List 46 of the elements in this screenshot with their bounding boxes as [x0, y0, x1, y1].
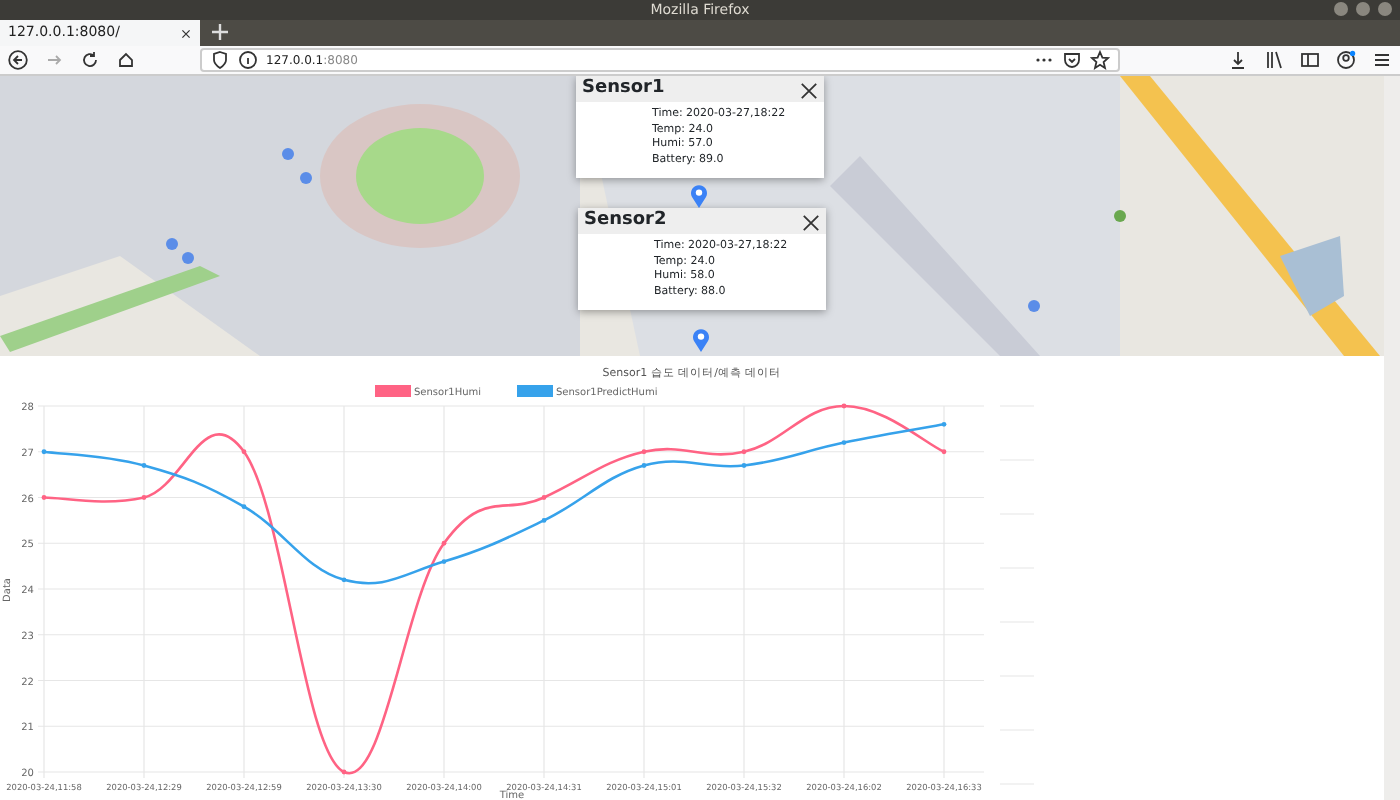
info-icon[interactable]: [238, 50, 258, 70]
download-icon[interactable]: [1228, 50, 1248, 70]
account-icon[interactable]: [1336, 50, 1356, 70]
data-point: [241, 449, 247, 455]
shield-icon[interactable]: [210, 50, 230, 70]
reload-icon[interactable]: [80, 50, 100, 70]
data-point: [941, 449, 947, 455]
maximize-button[interactable]: [1356, 2, 1370, 16]
map-pin-icon[interactable]: [692, 328, 710, 352]
data-point: [941, 421, 947, 427]
sidebar-icon[interactable]: [1300, 50, 1320, 70]
star-icon[interactable]: [1090, 50, 1110, 70]
close-button[interactable]: [802, 212, 820, 230]
popup-title: Sensor1: [582, 76, 665, 102]
close-button[interactable]: [800, 80, 818, 98]
data-point: [441, 559, 447, 564]
data-point: [741, 449, 747, 455]
back-icon[interactable]: [8, 50, 28, 70]
map-pin-icon[interactable]: [690, 184, 708, 208]
data-point: [541, 495, 547, 500]
close-icon[interactable]: [180, 27, 192, 39]
data-point: [841, 403, 847, 409]
pocket-icon[interactable]: [1062, 50, 1082, 70]
legend-swatch: [375, 385, 411, 397]
data-point: [741, 463, 747, 468]
scrollbar[interactable]: [1384, 356, 1400, 800]
data-point: [541, 518, 547, 523]
plus-icon[interactable]: [210, 22, 230, 42]
data-point: [241, 504, 247, 510]
data-point: [41, 495, 47, 500]
data-point: [141, 463, 147, 468]
scrollbar[interactable]: [1384, 76, 1400, 356]
library-icon[interactable]: [1264, 50, 1284, 70]
menu-icon[interactable]: [1372, 50, 1392, 70]
data-point: [141, 495, 147, 500]
data-point: [641, 463, 647, 468]
data-point: [641, 449, 647, 455]
data-point: [41, 449, 47, 455]
data-point: [341, 577, 347, 583]
minimize-button[interactable]: [1334, 2, 1348, 16]
data-point: [341, 769, 347, 775]
data-point: [841, 440, 847, 445]
home-icon[interactable]: [116, 50, 136, 70]
legend-swatch: [517, 385, 553, 397]
popup-title: Sensor2: [584, 207, 667, 234]
data-point: [441, 540, 447, 546]
